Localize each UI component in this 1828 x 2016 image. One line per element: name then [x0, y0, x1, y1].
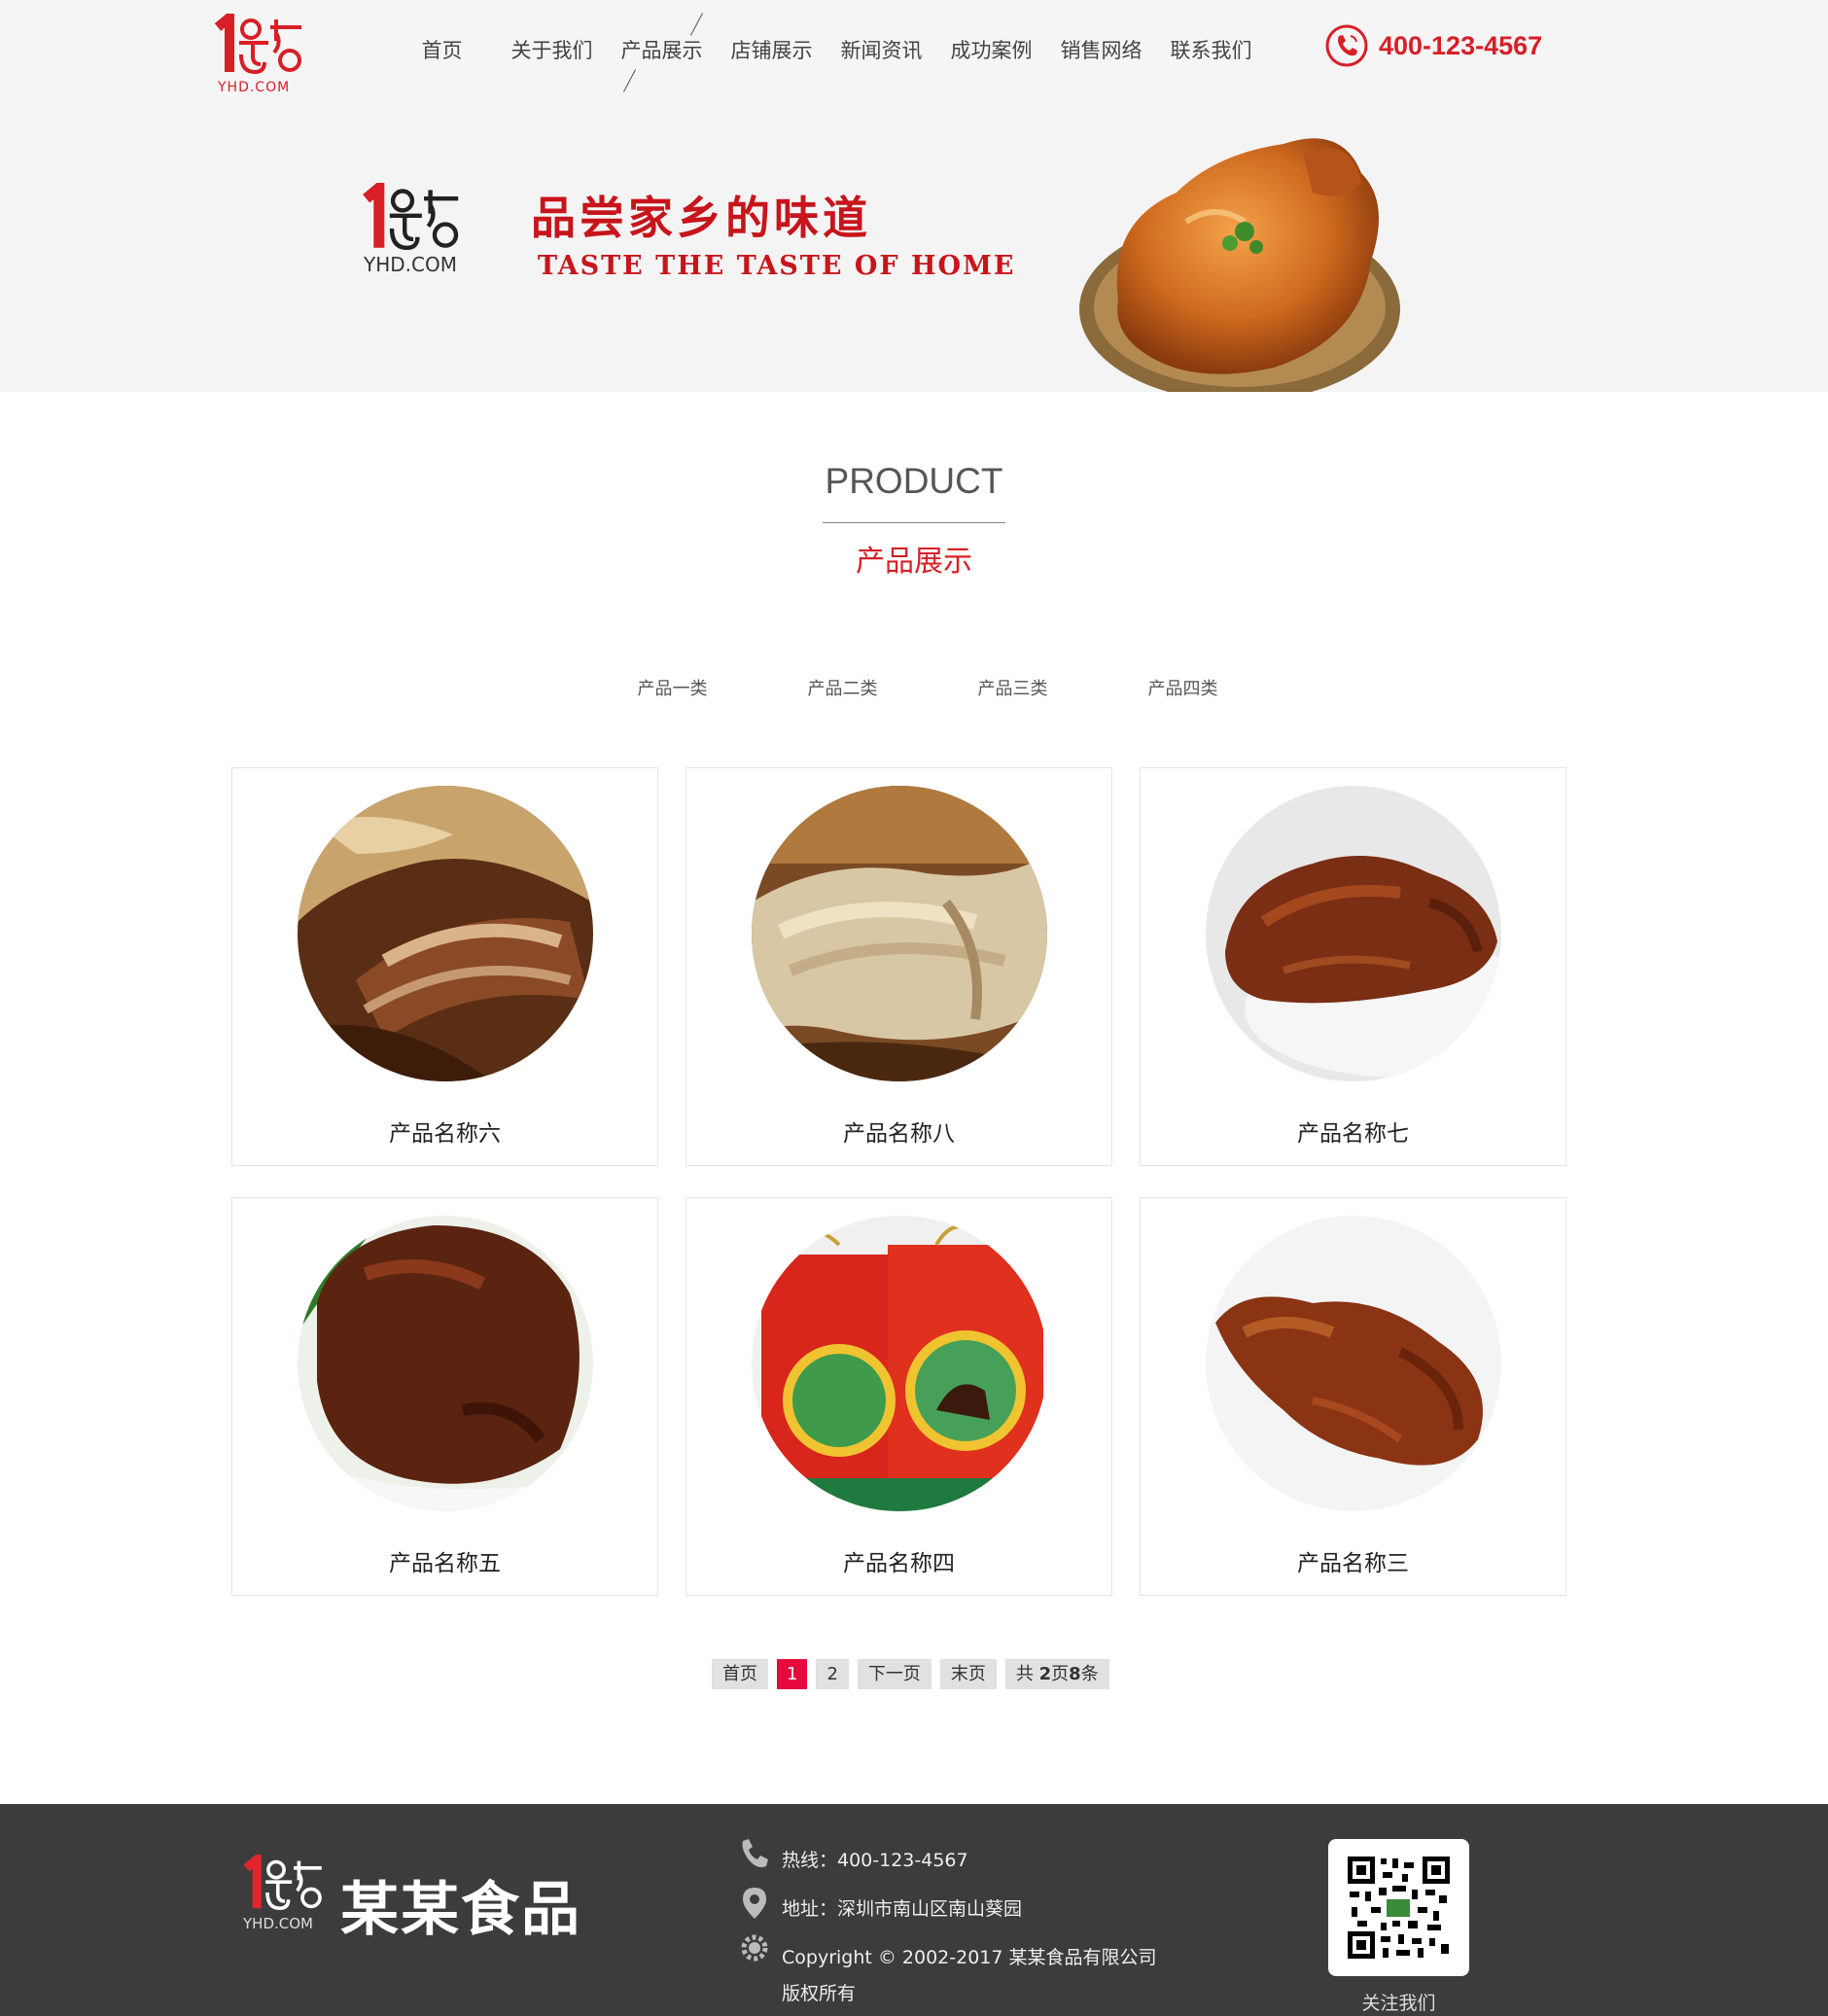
product-name[interactable]: 产品名称四 [686, 1544, 1111, 1577]
header-phone: 400-123-4567 [1324, 23, 1542, 68]
footer-logo: YHD.COM [241, 1855, 338, 1932]
tab-category-3[interactable]: 产品三类 [928, 675, 1098, 700]
site-footer: YHD.COM 某某食品 热线：400-123-4567 地址：深圳市南山区南山… [0, 1804, 1828, 2016]
product-image[interactable] [298, 1216, 593, 1511]
main-nav: 首页 关于我们 产品展示 店铺展示 新闻资讯 成功案例 销售网络 联系我们 [387, 33, 1266, 68]
logo-subtext: YHD.COM [218, 80, 291, 95]
tab-category-4[interactable]: 产品四类 [1098, 675, 1268, 700]
product-image[interactable] [752, 786, 1047, 1081]
gear-icon [741, 1934, 768, 1962]
roast-chicken-plate-image [1206, 786, 1501, 1081]
braised-pork-knuckle-image [298, 1216, 593, 1511]
pager-page-1[interactable]: 1 [777, 1659, 808, 1689]
section-divider [823, 522, 1005, 523]
banner-logo-subtext: YHD.COM [364, 253, 457, 276]
site-logo[interactable]: YHD.COM [212, 14, 309, 101]
location-pin-icon [743, 1888, 766, 1919]
nav-news[interactable]: 新闻资讯 [826, 33, 936, 68]
footer-copyright: Copyright © 2002-2017 某某食品有限公司 版权所有 [739, 1934, 1161, 2012]
banner-brand-logo-icon [363, 183, 459, 251]
section-title-en: PRODUCT [825, 461, 1003, 501]
product-card[interactable]: 产品名称七 [1140, 767, 1566, 1166]
product-card[interactable]: 产品名称三 [1140, 1197, 1566, 1596]
roast-chicken-image [1206, 1216, 1501, 1511]
banner-logo: YHD.COM [360, 183, 472, 280]
banner-subtitle: TASTE THE TASTE OF HOME [538, 251, 1016, 281]
product-image[interactable] [1206, 1216, 1501, 1511]
qr-code-icon [1348, 1857, 1450, 1959]
qr-caption: 关注我们 [1361, 1993, 1436, 2014]
product-name[interactable]: 产品名称三 [1141, 1544, 1565, 1577]
wechat-qr-code[interactable] [1328, 1839, 1469, 1976]
braised-meat-image [298, 786, 593, 1081]
category-tabs: 产品一类 产品二类 产品三类 产品四类 [587, 675, 1268, 700]
pager-summary-suffix: 条 [1080, 1664, 1099, 1684]
pager-next[interactable]: 下一页 [857, 1659, 932, 1689]
nav-sales-network[interactable]: 销售网络 [1046, 33, 1156, 68]
nav-stores[interactable]: 店铺展示 [717, 33, 826, 68]
pager-page-2[interactable]: 2 [816, 1659, 849, 1689]
footer-brand-logo-icon [243, 1855, 322, 1911]
product-name[interactable]: 产品名称五 [232, 1544, 657, 1577]
nav-home[interactable]: 首页 [387, 33, 497, 68]
pagination: 首页 1 2 下一页 末页 共 2页8条 [712, 1659, 1109, 1689]
pager-total-pages: 2 [1038, 1664, 1052, 1684]
product-name[interactable]: 产品名称八 [686, 1114, 1111, 1148]
header-phone-number: 400-123-4567 [1379, 30, 1543, 60]
product-image[interactable] [752, 1216, 1047, 1511]
product-image[interactable] [298, 786, 593, 1081]
pager-total-items: 8 [1069, 1664, 1081, 1684]
product-card[interactable]: 产品名称四 [686, 1197, 1112, 1596]
pager-summary-prefix: 共 [1015, 1664, 1039, 1684]
nav-cases[interactable]: 成功案例 [936, 33, 1046, 68]
brand-logo-icon [214, 14, 301, 75]
tab-category-2[interactable]: 产品二类 [757, 675, 928, 700]
pulled-chicken-image [752, 786, 1047, 1081]
site-header: YHD.COM 首页 关于我们 产品展示 店铺展示 新闻资讯 成功案例 销售网络… [0, 0, 1828, 97]
roast-chicken-image [1079, 138, 1400, 392]
hero-banner: YHD.COM 品尝家乡的味道 TASTE THE TASTE OF HOME [0, 97, 1828, 392]
footer-hotline: 热线：400-123-4567 [739, 1839, 1161, 1879]
product-card[interactable]: 产品名称六 [231, 767, 658, 1166]
footer-address: 地址：深圳市南山区南山葵园 [739, 1888, 1161, 1928]
footer-logo-subtext: YHD.COM [243, 1915, 313, 1932]
footer-company-name: 某某食品 [340, 1876, 581, 1944]
section-title-cn: 产品展示 [856, 545, 972, 579]
tab-category-1[interactable]: 产品一类 [587, 675, 757, 700]
gift-boxes-image [752, 1216, 1047, 1511]
nav-about[interactable]: 关于我们 [497, 33, 607, 68]
phone-handset-icon [742, 1839, 768, 1867]
product-image[interactable] [1206, 786, 1501, 1081]
product-name[interactable]: 产品名称六 [232, 1114, 657, 1148]
pager-summary: 共 2页8条 [1004, 1659, 1109, 1689]
product-card[interactable]: 产品名称五 [231, 1197, 658, 1596]
banner-title: 品尝家乡的味道 [531, 192, 871, 244]
pager-last[interactable]: 末页 [939, 1659, 997, 1689]
pager-first[interactable]: 首页 [712, 1659, 768, 1689]
nav-products[interactable]: 产品展示 [607, 33, 717, 68]
product-card[interactable]: 产品名称八 [686, 767, 1112, 1166]
pager-summary-mid: 页 [1051, 1664, 1070, 1684]
nav-contact[interactable]: 联系我们 [1156, 33, 1266, 68]
phone-icon [1325, 24, 1368, 67]
product-name[interactable]: 产品名称七 [1141, 1114, 1565, 1148]
